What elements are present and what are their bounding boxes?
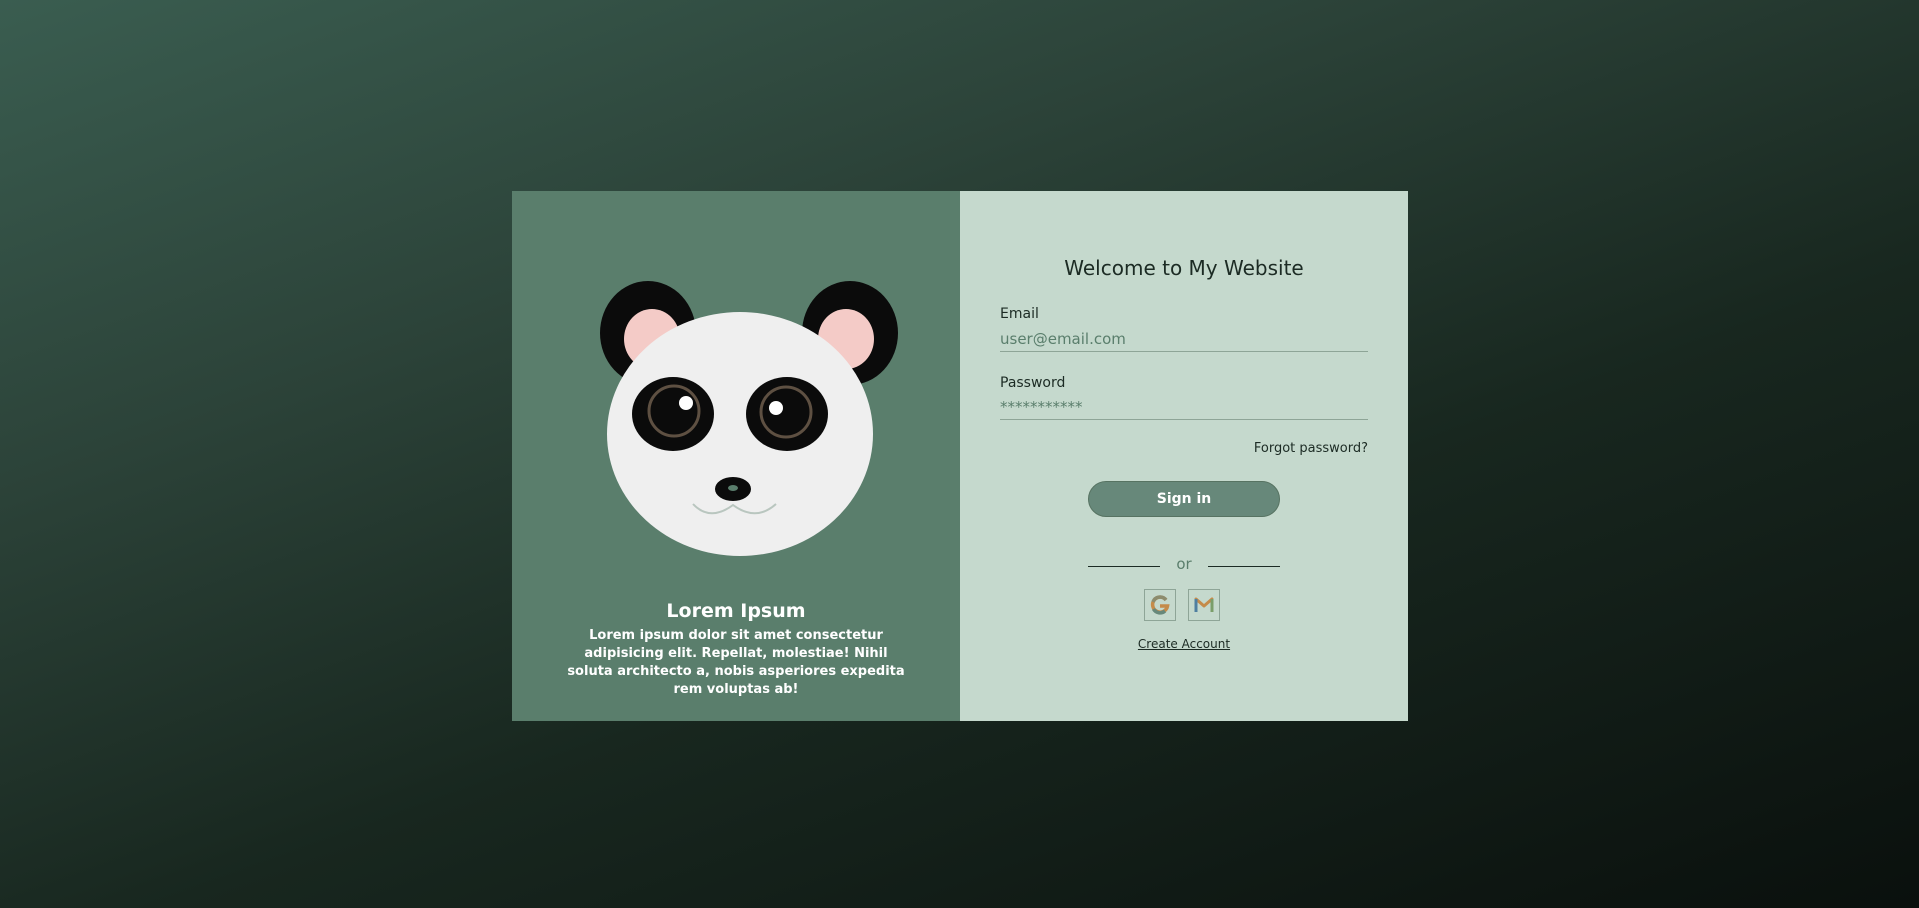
password-label: Password (1000, 375, 1066, 391)
password-input[interactable] (1000, 395, 1368, 420)
email-label: Email (1000, 306, 1039, 322)
create-account-link[interactable]: Create Account (1138, 637, 1230, 651)
sign-in-button[interactable]: Sign in (1088, 481, 1280, 517)
forgot-password-link[interactable]: Forgot password? (1254, 441, 1368, 456)
form-heading: Welcome to My Website (1064, 256, 1304, 280)
login-card: Lorem Ipsum Lorem ipsum dolor sit amet c… (512, 191, 1408, 721)
login-form-panel: Welcome to My Website Email Password For… (960, 191, 1408, 721)
or-separator: or (1176, 555, 1192, 573)
gmail-icon (1194, 597, 1214, 612)
hero-description: Lorem ipsum dolor sit amet consectetur a… (567, 628, 905, 697)
google-icon (1150, 595, 1170, 615)
hero-title: Lorem Ipsum (666, 600, 806, 622)
illustration-panel: Lorem Ipsum Lorem ipsum dolor sit amet c… (512, 191, 960, 721)
divider-right (1208, 566, 1280, 567)
email-input[interactable] (1000, 327, 1368, 352)
panda-illustration (600, 281, 898, 556)
create-account-wrapper: Create Account (960, 637, 1408, 651)
google-login-button[interactable] (1144, 589, 1176, 621)
gmail-login-button[interactable] (1188, 589, 1220, 621)
